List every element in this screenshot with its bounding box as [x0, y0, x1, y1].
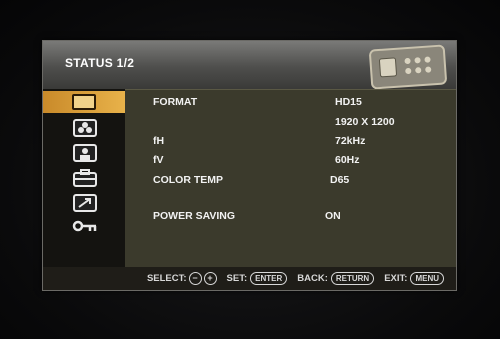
sidebar-item-input[interactable]: [71, 194, 99, 212]
sidebar-item-tools[interactable]: [71, 169, 99, 187]
footer-exit: EXIT: MENU: [384, 272, 444, 285]
plus-icon[interactable]: +: [203, 272, 217, 285]
sidebar-item-user[interactable]: [71, 144, 99, 162]
footer-set: SET: ENTER: [227, 272, 288, 285]
row-label-format: FORMAT: [153, 96, 198, 108]
user-icon: [73, 144, 97, 162]
row-label-fh: fH: [153, 135, 165, 147]
footer-exit-label: EXIT:: [384, 273, 408, 284]
row-value-fv: 60Hz: [335, 154, 360, 166]
status-panel: FORMAT HD15 1920 X 1200 fH 72kHz fV 60Hz…: [125, 89, 456, 268]
sidebar-item-status[interactable]: [43, 91, 125, 113]
osd-sidebar: [43, 89, 125, 267]
return-button[interactable]: RETURN: [330, 272, 375, 285]
osd-menu: STATUS 1/2 FORMAT HD15 1920 X 1200 fH 72…: [42, 40, 457, 291]
picture-adjust-icon: [72, 94, 96, 110]
sidebar-item-color[interactable]: [71, 119, 99, 137]
toolbox-icon: [73, 169, 97, 187]
footer-set-label: SET:: [226, 273, 248, 284]
enter-button[interactable]: ENTER: [250, 272, 288, 285]
footer-select-label: SELECT:: [146, 273, 187, 284]
key-icon: [72, 220, 97, 232]
footer-select: SELECT: − +: [147, 272, 217, 285]
status-icon: [368, 44, 448, 90]
arrow-icon: [73, 194, 97, 212]
sidebar-item-lock[interactable]: [71, 217, 99, 235]
row-label-color-temp: COLOR TEMP: [153, 174, 223, 186]
footer-back: BACK: RETURN: [297, 272, 375, 285]
color-icon: [73, 119, 97, 137]
footer-back-label: BACK:: [297, 273, 328, 284]
osd-titlebar: STATUS 1/2: [43, 41, 456, 90]
row-value-format: HD15: [335, 96, 362, 108]
menu-button[interactable]: MENU: [410, 272, 444, 285]
row-label-fv: fV: [153, 154, 164, 166]
row-label-power-saving: POWER SAVING: [153, 210, 236, 222]
osd-title: STATUS 1/2: [65, 56, 135, 70]
osd-footer: SELECT: − + SET: ENTER BACK: RETURN EXIT…: [43, 267, 456, 290]
row-value-color-temp: D65: [330, 174, 350, 186]
row-value-power-saving: ON: [325, 210, 341, 222]
minus-icon[interactable]: −: [188, 272, 202, 285]
row-value-fh: 72kHz: [335, 135, 366, 147]
row-value-resolution: 1920 X 1200: [335, 116, 395, 128]
